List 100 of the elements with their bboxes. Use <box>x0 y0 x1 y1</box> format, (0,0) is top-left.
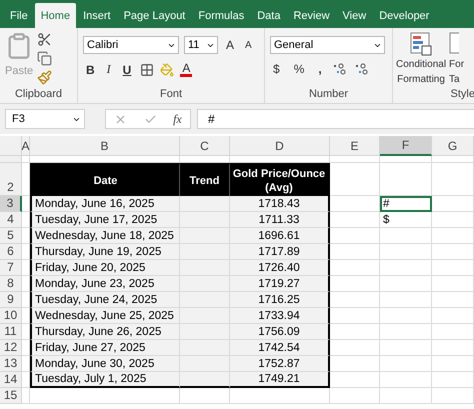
scissors-icon[interactable] <box>37 32 52 47</box>
table-cell <box>180 308 230 324</box>
table-cell: 1733.94 <box>230 308 330 324</box>
column-header[interactable]: A <box>22 136 30 156</box>
decrease-decimal-icon[interactable] <box>354 63 369 75</box>
sheet-cell: $ <box>380 212 432 228</box>
bold-button[interactable]: B <box>83 62 98 76</box>
group-label: Font <box>158 88 183 102</box>
formula-input[interactable]: # <box>197 109 474 129</box>
ribbon-tab[interactable]: View <box>336 4 372 28</box>
table-cell: 1756.09 <box>230 324 330 340</box>
table-cell: 1726.40 <box>230 260 330 276</box>
table-cell: Thursday, June 19, 2025 <box>30 244 180 260</box>
fill-color-icon[interactable] <box>160 62 174 76</box>
row-header[interactable]: 14 <box>0 372 22 388</box>
copy-icon[interactable] <box>37 51 52 66</box>
table-cell: Monday, June 16, 2025 <box>30 196 180 212</box>
table-cell: 1752.87 <box>230 356 330 372</box>
row-header[interactable]: 4 <box>0 212 22 228</box>
row-header[interactable]: 8 <box>0 276 22 292</box>
table-cell: Tuesday, July 1, 2025 <box>30 372 180 388</box>
table-cell: 1718.43 <box>230 196 330 212</box>
group-label: Number <box>308 88 350 102</box>
name-box[interactable]: F3 <box>5 109 85 129</box>
table-cell: 1742.54 <box>230 340 330 356</box>
sheet-cell: # <box>380 196 432 212</box>
font-size-dropdown[interactable]: 11 <box>184 36 218 54</box>
row-header[interactable]: 6 <box>0 244 22 260</box>
row-header[interactable]: 7 <box>0 260 22 276</box>
row-header[interactable]: 3 <box>0 196 22 212</box>
table-cell: Tuesday, June 17, 2025 <box>30 212 180 228</box>
column-header[interactable]: E <box>330 136 380 156</box>
grow-font-button[interactable]: A <box>223 38 238 52</box>
row-header[interactable]: 11 <box>0 324 22 340</box>
table-cell: Monday, June 23, 2025 <box>30 276 180 292</box>
borders-icon[interactable] <box>140 62 154 76</box>
conditional-formatting-button[interactable]: Conditional <box>396 58 446 71</box>
table-cell <box>180 244 230 260</box>
currency-button[interactable]: $ <box>270 62 283 76</box>
italic-button[interactable]: I <box>104 62 114 77</box>
ribbon-tab[interactable]: Review <box>287 4 336 28</box>
row-header[interactable]: 13 <box>0 356 22 372</box>
table-cell: 1716.25 <box>230 292 330 308</box>
format-as-table-button[interactable]: Ta <box>449 73 460 86</box>
table-cell <box>180 292 230 308</box>
table-cell: Wednesday, June 25, 2025 <box>30 308 180 324</box>
number-format-dropdown[interactable]: General <box>270 36 385 54</box>
underline-button[interactable]: U <box>120 62 134 76</box>
insert-function-button[interactable]: fx <box>173 112 182 126</box>
table-cell: Wednesday, June 18, 2025 <box>30 228 180 244</box>
table-cell <box>180 356 230 372</box>
table-header-cell: Gold Price/Ounce (Avg) <box>230 163 330 196</box>
table-cell: 1717.89 <box>230 244 330 260</box>
group-label: Clipboard <box>14 88 64 102</box>
table-icon[interactable] <box>449 32 460 56</box>
row-header[interactable]: 2 <box>0 163 22 196</box>
table-cell: 1711.33 <box>230 212 330 228</box>
column-header[interactable]: C <box>180 136 230 156</box>
row-header[interactable]: 9 <box>0 292 22 308</box>
font-name-dropdown[interactable]: Calibri <box>83 36 179 54</box>
table-header-cell: Date <box>30 163 180 196</box>
row-header[interactable]: 10 <box>0 308 22 324</box>
increase-decimal-icon[interactable] <box>332 63 347 75</box>
table-cell <box>180 260 230 276</box>
table-header-cell: Trend <box>180 163 230 196</box>
row-header[interactable]: 5 <box>0 228 22 244</box>
row-header[interactable]: 12 <box>0 340 22 356</box>
column-header[interactable]: G <box>432 136 474 156</box>
percent-button[interactable]: % <box>290 62 308 76</box>
font-color-button[interactable]: A <box>180 62 192 77</box>
column-header[interactable]: B <box>30 136 180 156</box>
conditional-formatting-button[interactable]: Formatting <box>397 73 445 86</box>
table-cell: Thursday, June 26, 2025 <box>30 324 180 340</box>
conditional-formatting-icon[interactable] <box>409 32 434 56</box>
comma-button[interactable]: , <box>315 62 325 76</box>
row-header[interactable]: 15 <box>0 388 22 404</box>
ribbon-tab[interactable]: Page Layout <box>118 4 192 28</box>
table-cell: 1749.21 <box>230 372 330 388</box>
ribbon-tab[interactable]: Insert <box>77 4 117 28</box>
table-cell <box>180 212 230 228</box>
table-cell: 1696.61 <box>230 228 330 244</box>
column-header[interactable]: D <box>230 136 330 156</box>
table-cell <box>180 324 230 340</box>
table-cell: Friday, June 27, 2025 <box>30 340 180 356</box>
table-cell <box>180 372 230 388</box>
table-cell <box>180 276 230 292</box>
ribbon-tab[interactable]: File <box>4 4 34 28</box>
column-header[interactable]: F <box>380 136 432 156</box>
check-icon[interactable] <box>144 112 157 126</box>
table-cell <box>180 340 230 356</box>
ribbon-tab[interactable]: Developer <box>373 4 436 28</box>
table-cell <box>180 196 230 212</box>
table-cell: Tuesday, June 24, 2025 <box>30 292 180 308</box>
ribbon-tab[interactable]: Data <box>251 4 286 28</box>
paintbrush-icon[interactable] <box>37 70 52 85</box>
shrink-font-button[interactable]: A <box>242 40 255 50</box>
table-cell: Monday, June 30, 2025 <box>30 356 180 372</box>
format-as-table-button[interactable]: For <box>449 58 464 71</box>
ribbon-tab[interactable]: Home <box>34 3 76 28</box>
ribbon-tab[interactable]: Formulas <box>192 4 250 28</box>
